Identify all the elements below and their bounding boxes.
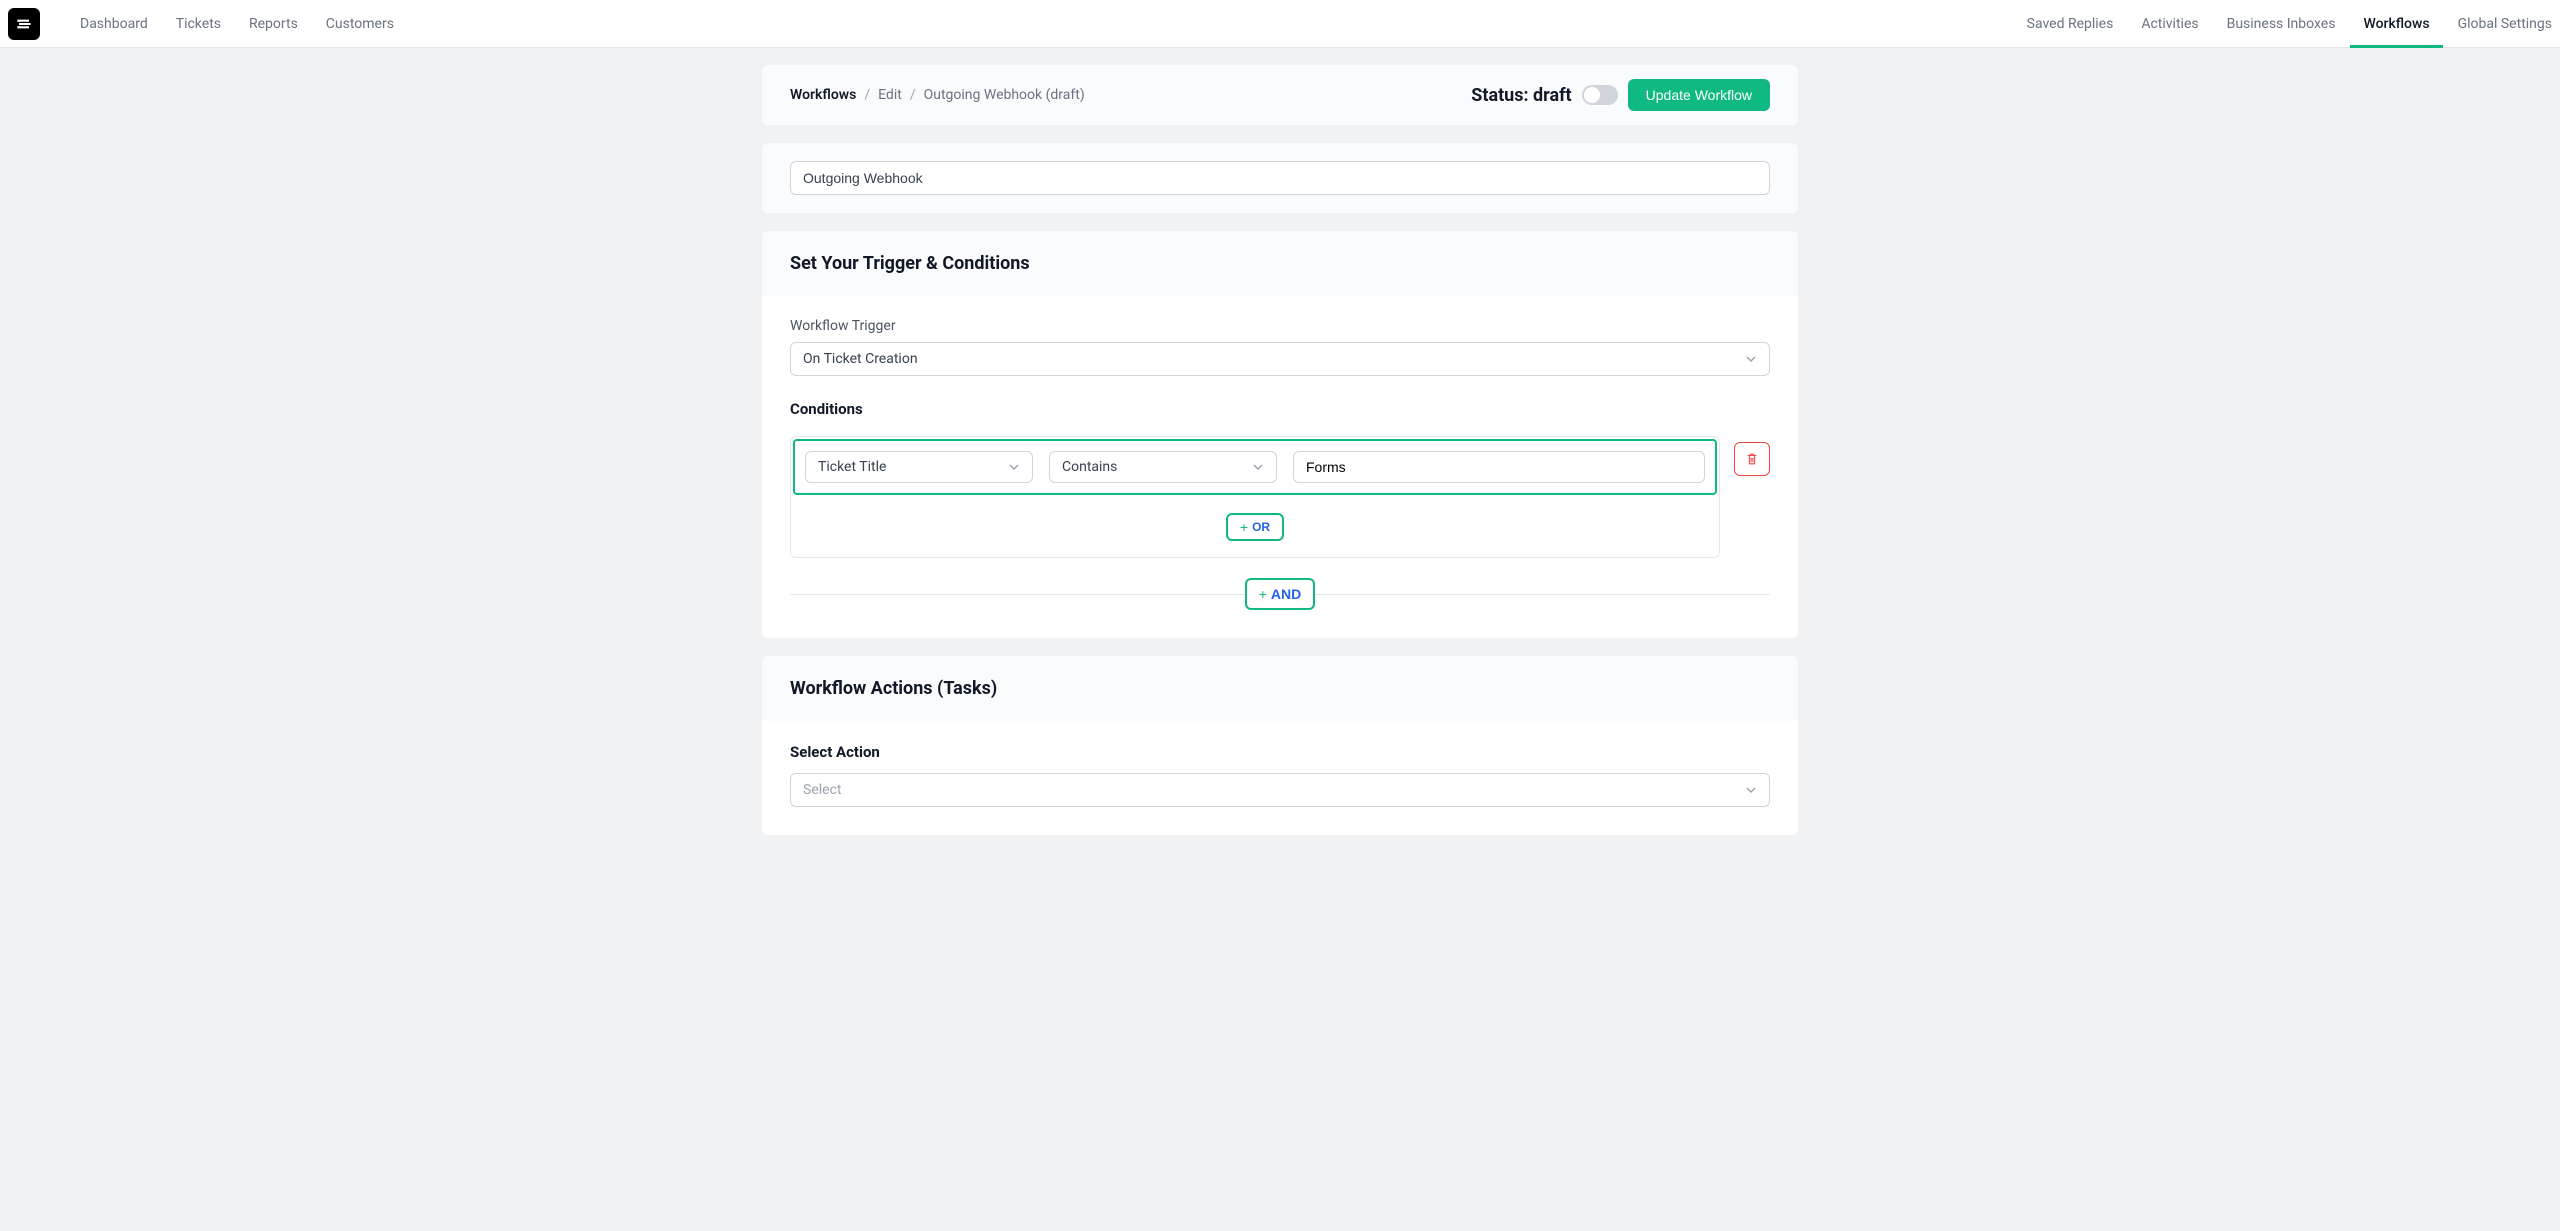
trash-icon: [1745, 452, 1759, 466]
nav-saved-replies[interactable]: Saved Replies: [2027, 0, 2114, 48]
nav-activities[interactable]: Activities: [2141, 0, 2198, 48]
workflow-trigger-select[interactable]: On Ticket Creation: [790, 342, 1770, 376]
conditions-label: Conditions: [790, 400, 1770, 418]
breadcrumb-workflows[interactable]: Workflows: [790, 87, 856, 103]
condition-field-value: Ticket Title: [818, 459, 886, 475]
nav-global-settings[interactable]: Global Settings: [2458, 0, 2552, 48]
action-select-placeholder: Select: [803, 782, 841, 798]
workflow-trigger-label: Workflow Trigger: [790, 318, 1770, 334]
nav-tickets[interactable]: Tickets: [176, 0, 221, 48]
actions-section-body: Select Action Select: [762, 721, 1798, 835]
update-workflow-button[interactable]: Update Workflow: [1628, 79, 1770, 111]
logo-icon: [14, 14, 34, 34]
app-logo[interactable]: [8, 8, 40, 40]
status-label: Status: draft: [1471, 85, 1571, 106]
trigger-section-body: Workflow Trigger On Ticket Creation Cond…: [762, 296, 1798, 638]
nav-customers[interactable]: Customers: [326, 0, 394, 48]
plus-icon: +: [1240, 519, 1248, 535]
plus-icon: +: [1259, 586, 1267, 602]
or-label: OR: [1252, 520, 1270, 534]
delete-condition-button[interactable]: [1734, 442, 1770, 476]
condition-value-input[interactable]: [1293, 451, 1705, 483]
actions-section-title: Workflow Actions (Tasks): [790, 678, 1770, 699]
condition-group: Ticket Title Contains + OR: [790, 436, 1720, 558]
condition-operator-value: Contains: [1062, 459, 1117, 475]
breadcrumb-edit[interactable]: Edit: [878, 87, 902, 103]
breadcrumb: Workflows / Edit / Outgoing Webhook (dra…: [790, 87, 1085, 103]
workflow-name-card: [762, 143, 1798, 213]
condition-row: Ticket Title Contains + OR: [790, 430, 1770, 558]
top-header: Dashboard Tickets Reports Customers Save…: [0, 0, 2560, 48]
action-select[interactable]: Select: [790, 773, 1770, 807]
nav-left: Dashboard Tickets Reports Customers: [80, 0, 394, 48]
add-or-button[interactable]: + OR: [1226, 513, 1284, 541]
topbar: Workflows / Edit / Outgoing Webhook (dra…: [762, 65, 1798, 125]
and-row: + AND: [790, 578, 1770, 610]
status-toggle[interactable]: [1582, 85, 1618, 105]
actions-section: Workflow Actions (Tasks) Select Action S…: [762, 656, 1798, 835]
chevron-down-icon: [1008, 461, 1020, 473]
workflow-name-input[interactable]: [790, 161, 1770, 195]
nav-reports[interactable]: Reports: [249, 0, 298, 48]
chevron-down-icon: [1745, 353, 1757, 365]
trigger-section: Set Your Trigger & Conditions Workflow T…: [762, 231, 1798, 638]
nav-business-inboxes[interactable]: Business Inboxes: [2227, 0, 2336, 48]
condition-row-inner: Ticket Title Contains: [793, 439, 1717, 495]
nav-dashboard[interactable]: Dashboard: [80, 0, 148, 48]
trigger-select-value: On Ticket Creation: [803, 351, 918, 367]
nav-workflows[interactable]: Workflows: [2363, 0, 2429, 48]
breadcrumb-sep: /: [864, 87, 870, 103]
topbar-right: Status: draft Update Workflow: [1471, 79, 1770, 111]
and-label: AND: [1271, 586, 1301, 602]
add-and-button[interactable]: + AND: [1245, 578, 1316, 610]
breadcrumb-sep: /: [910, 87, 916, 103]
trigger-section-header: Set Your Trigger & Conditions: [762, 231, 1798, 296]
breadcrumb-current-page: Outgoing Webhook (draft): [924, 87, 1085, 103]
main-container: Workflows / Edit / Outgoing Webhook (dra…: [762, 48, 1798, 835]
nav-right: Saved Replies Activities Business Inboxe…: [2027, 0, 2552, 48]
chevron-down-icon: [1252, 461, 1264, 473]
condition-field-select[interactable]: Ticket Title: [805, 451, 1033, 483]
or-row: + OR: [791, 497, 1719, 557]
select-action-label: Select Action: [790, 743, 1770, 761]
actions-section-header: Workflow Actions (Tasks): [762, 656, 1798, 721]
trigger-section-title: Set Your Trigger & Conditions: [790, 253, 1770, 274]
condition-operator-select[interactable]: Contains: [1049, 451, 1277, 483]
chevron-down-icon: [1745, 784, 1757, 796]
